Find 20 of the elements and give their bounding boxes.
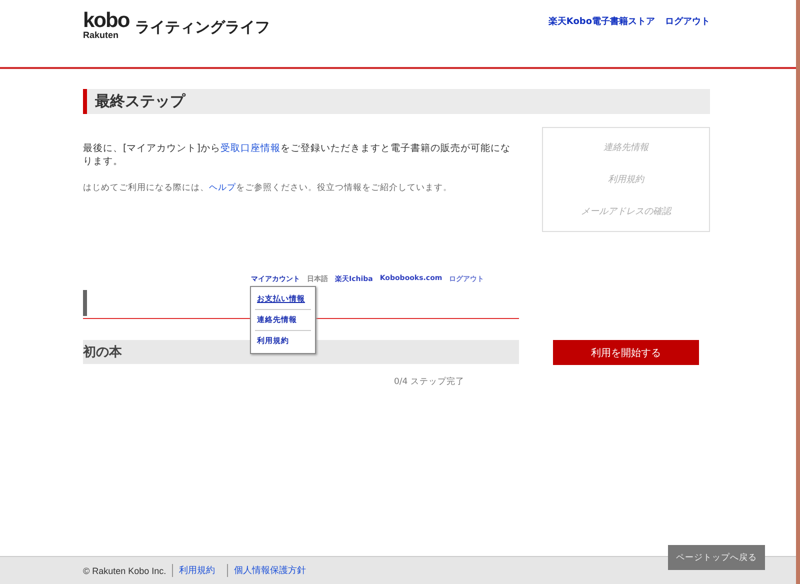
footer-link[interactable]: 利用規約 [172, 564, 222, 577]
logo-subtext: Rakuten [83, 31, 120, 40]
step-item: 連絡先情報 [604, 142, 648, 154]
help-link[interactable]: ヘルプ [209, 183, 236, 193]
site-title: ライティングライフ [135, 18, 270, 38]
screenshot-progress-text: 0/4 ステップ完了 [394, 376, 464, 388]
page-top-button[interactable]: ページトップへ戻る [668, 545, 765, 570]
header-link[interactable]: 楽天Kobo電子書籍ストア [548, 15, 655, 28]
intro-text: 最後に、[マイアカウント]から 受取口座情報 をご登録いただきますと電子書籍の販売が可能になります。 [83, 142, 512, 168]
help-text: はじめてご利用になる際には、ヘルプをご参照ください。役立つ情報をご紹介しています。 [83, 182, 453, 194]
header-link[interactable]: ログアウト [665, 15, 710, 28]
footer-link[interactable]: 個人情報保護方針 [227, 564, 312, 577]
step-item: 利用規約 [608, 174, 644, 186]
copyright-text: © Rakuten Kobo Inc. [83, 566, 166, 576]
start-button[interactable]: 利用を開始する [553, 340, 699, 365]
screenshot-heading: 初の本 [83, 344, 122, 361]
step-item: メールアドレスの確認 [581, 206, 671, 218]
account-info-link[interactable]: 受取口座情報 [220, 143, 280, 154]
section-title: 最終ステップ [83, 89, 710, 114]
logo-brand: kobo [83, 10, 130, 31]
